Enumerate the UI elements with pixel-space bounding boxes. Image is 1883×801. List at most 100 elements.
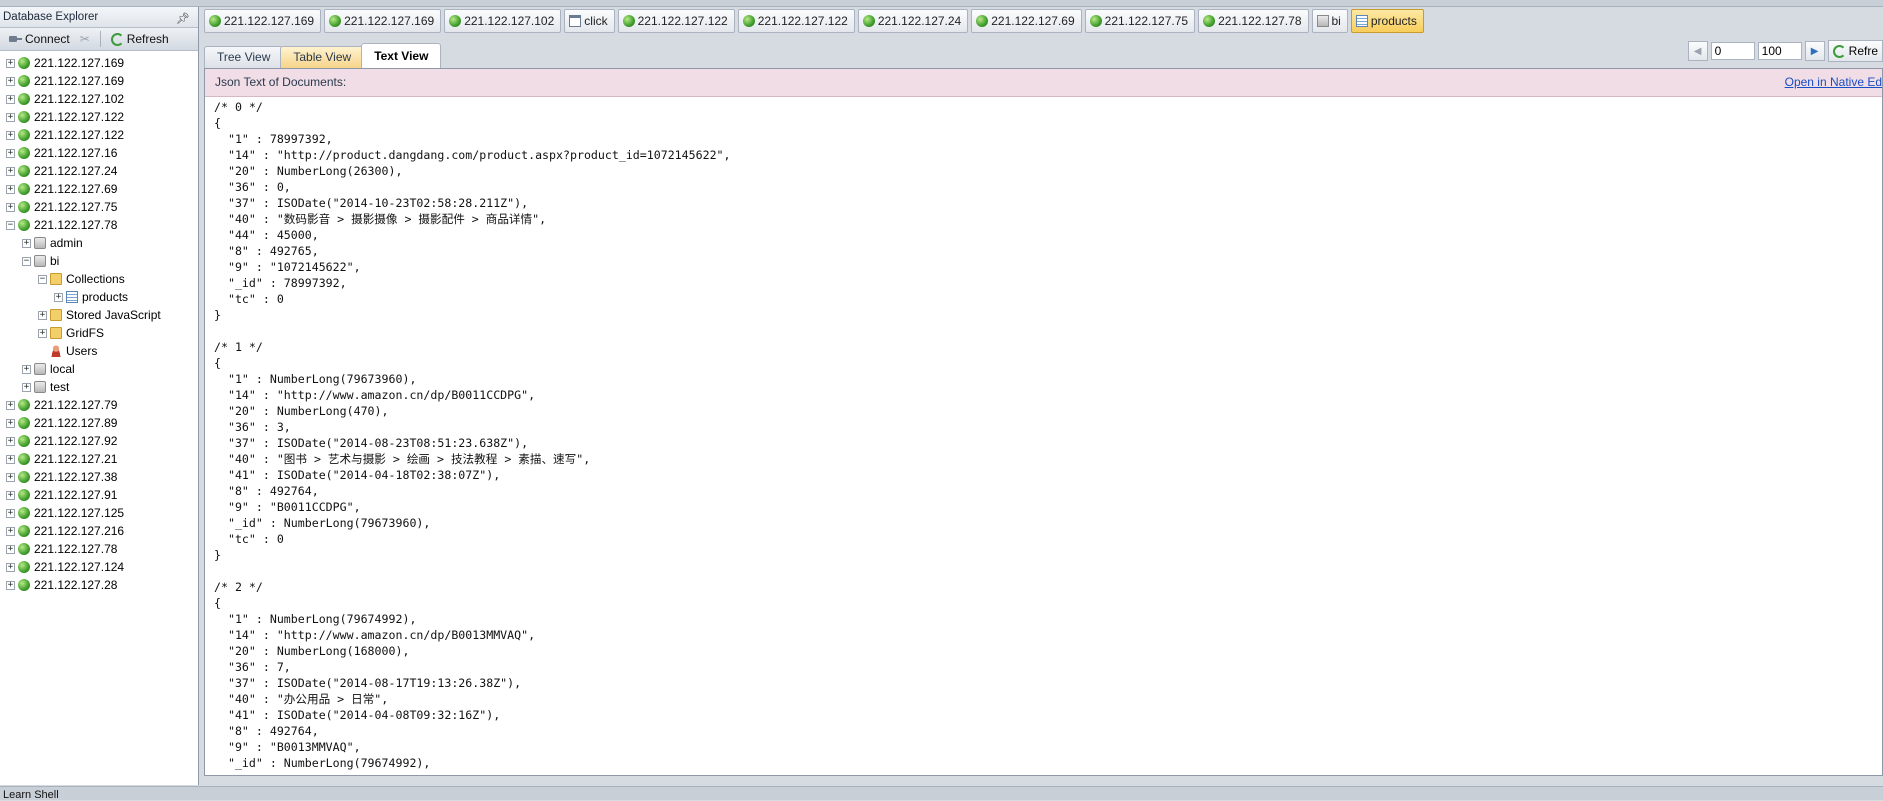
tree-node-label: 221.122.127.28 [34,578,118,592]
collapse-icon[interactable]: − [22,257,31,266]
tree-node-label: 221.122.127.79 [34,398,118,412]
status-bar: Learn Shell [0,786,1883,801]
tree-node[interactable]: + test [0,378,198,396]
expand-icon[interactable]: + [6,59,15,68]
database-explorer-panel: Database Explorer 📌︎ Connect ✂ Refresh +… [0,7,199,785]
tree-node[interactable]: +221.122.127.125 [0,504,198,522]
expand-icon[interactable]: + [38,329,47,338]
expand-icon[interactable]: + [22,239,31,248]
tree-node[interactable]: +221.122.127.92 [0,432,198,450]
pager-refresh-button[interactable]: Refre [1827,40,1883,62]
expand-icon[interactable]: + [6,203,15,212]
tab-table-view[interactable]: Table View [280,46,365,68]
document-tab[interactable]: 221.122.127.78 [1198,9,1309,33]
tree-node[interactable]: +221.122.127.75 [0,198,198,216]
expand-icon[interactable]: + [6,77,15,86]
expand-icon[interactable]: + [6,95,15,104]
document-tab[interactable]: 221.122.127.24 [857,9,969,33]
next-page-button[interactable]: ▶ [1804,41,1825,61]
refresh-button[interactable]: Refresh [107,31,173,47]
tree-node[interactable]: +221.122.127.28 [0,576,198,594]
collapse-icon[interactable]: − [6,221,15,230]
tree-node[interactable]: + local [0,360,198,378]
expand-icon[interactable]: + [54,293,63,302]
expand-icon[interactable]: + [6,131,15,140]
server-icon [862,15,875,27]
tree-node[interactable]: + GridFS [0,324,198,342]
expand-icon[interactable]: + [6,419,15,428]
collapse-icon[interactable]: − [38,275,47,284]
tree-node[interactable]: +221.122.127.169 [0,72,198,90]
expand-icon[interactable]: + [6,509,15,518]
database-icon [34,363,46,375]
expand-icon[interactable]: + [38,311,47,320]
database-icon [34,237,46,249]
document-tab[interactable]: 221.122.127.75 [1084,9,1196,33]
tree-node[interactable]: Users [0,342,198,360]
document-tab[interactable]: 221.122.127.102 [444,9,562,33]
tree-node[interactable]: +221.122.127.124 [0,558,198,576]
expand-icon[interactable]: + [6,491,15,500]
expand-icon[interactable]: + [6,527,15,536]
tree-node-label: 221.122.127.122 [34,128,125,142]
expand-icon[interactable]: + [6,185,15,194]
tree-node[interactable]: +221.122.127.91 [0,486,198,504]
tree-node[interactable]: − Collections [0,270,198,288]
explorer-tree: +221.122.127.169 +221.122.127.169 +221.122… [0,51,198,594]
document-tab[interactable]: 221.122.127.169 [204,9,322,33]
expand-icon[interactable]: + [6,167,15,176]
document-tab[interactable]: 221.122.127.169 [324,9,442,33]
expand-icon[interactable]: + [22,383,31,392]
tree-node[interactable]: + admin [0,234,198,252]
expand-icon[interactable]: + [6,581,15,590]
document-tab[interactable]: 221.122.127.122 [617,9,735,33]
tree-node-label: Stored JavaScript [66,308,161,322]
tree-node[interactable]: +221.122.127.16 [0,144,198,162]
expand-icon[interactable]: + [6,545,15,554]
tree-node[interactable]: − bi [0,252,198,270]
document-tab[interactable]: products [1350,9,1424,33]
tree-node[interactable]: +221.122.127.169 [0,54,198,72]
tree-node[interactable]: +221.122.127.78 [0,540,198,558]
tree-node[interactable]: − 221.122.127.78 [0,216,198,234]
disconnect-icon[interactable]: ✂ [80,33,94,45]
tree-node[interactable]: +221.122.127.21 [0,450,198,468]
connect-button[interactable]: Connect [4,31,74,47]
expand-icon[interactable]: + [6,437,15,446]
expand-icon[interactable]: + [6,401,15,410]
tree-node[interactable]: + Stored JavaScript [0,306,198,324]
tree-node[interactable]: +221.122.127.69 [0,180,198,198]
tree-node[interactable]: +221.122.127.122 [0,108,198,126]
document-tab[interactable]: click [564,9,615,33]
pin-icon[interactable]: 📌︎ [176,9,190,29]
tab-tree-view[interactable]: Tree View [204,46,284,68]
tree-node[interactable]: +221.122.127.38 [0,468,198,486]
document-tab[interactable]: 221.122.127.122 [737,9,855,33]
tree-node[interactable]: +221.122.127.216 [0,522,198,540]
json-text-area[interactable]: /* 0 */ { "1" : 78997392, "14" : "http:/… [205,97,1882,773]
prev-page-button[interactable]: ◀ [1687,41,1708,61]
expand-icon[interactable]: + [6,149,15,158]
document-tab[interactable]: bi [1311,9,1348,33]
tree-node[interactable]: + products [0,288,198,306]
document-tab-label: 221.122.127.122 [757,14,848,28]
expand-icon[interactable]: + [6,473,15,482]
skip-input[interactable] [1710,42,1755,60]
tree-node[interactable]: +221.122.127.79 [0,396,198,414]
expand-icon[interactable]: + [6,563,15,572]
tree-node[interactable]: +221.122.127.102 [0,90,198,108]
tree-node[interactable]: +221.122.127.24 [0,162,198,180]
tab-text-view[interactable]: Text View [361,43,442,68]
expand-icon[interactable]: + [22,365,31,374]
expand-icon[interactable]: + [6,455,15,464]
server-icon [18,561,30,573]
tree-node[interactable]: +221.122.127.122 [0,126,198,144]
tree-node-label: Users [66,344,98,358]
learn-shell-tab[interactable]: Learn Shell [3,789,59,801]
limit-input[interactable] [1757,42,1802,60]
tree-node[interactable]: +221.122.127.89 [0,414,198,432]
expand-icon[interactable]: + [6,113,15,122]
open-native-editor-link[interactable]: Open in Native Ed [1785,69,1882,96]
document-tab[interactable]: 221.122.127.69 [971,9,1082,33]
server-icon [18,525,30,537]
